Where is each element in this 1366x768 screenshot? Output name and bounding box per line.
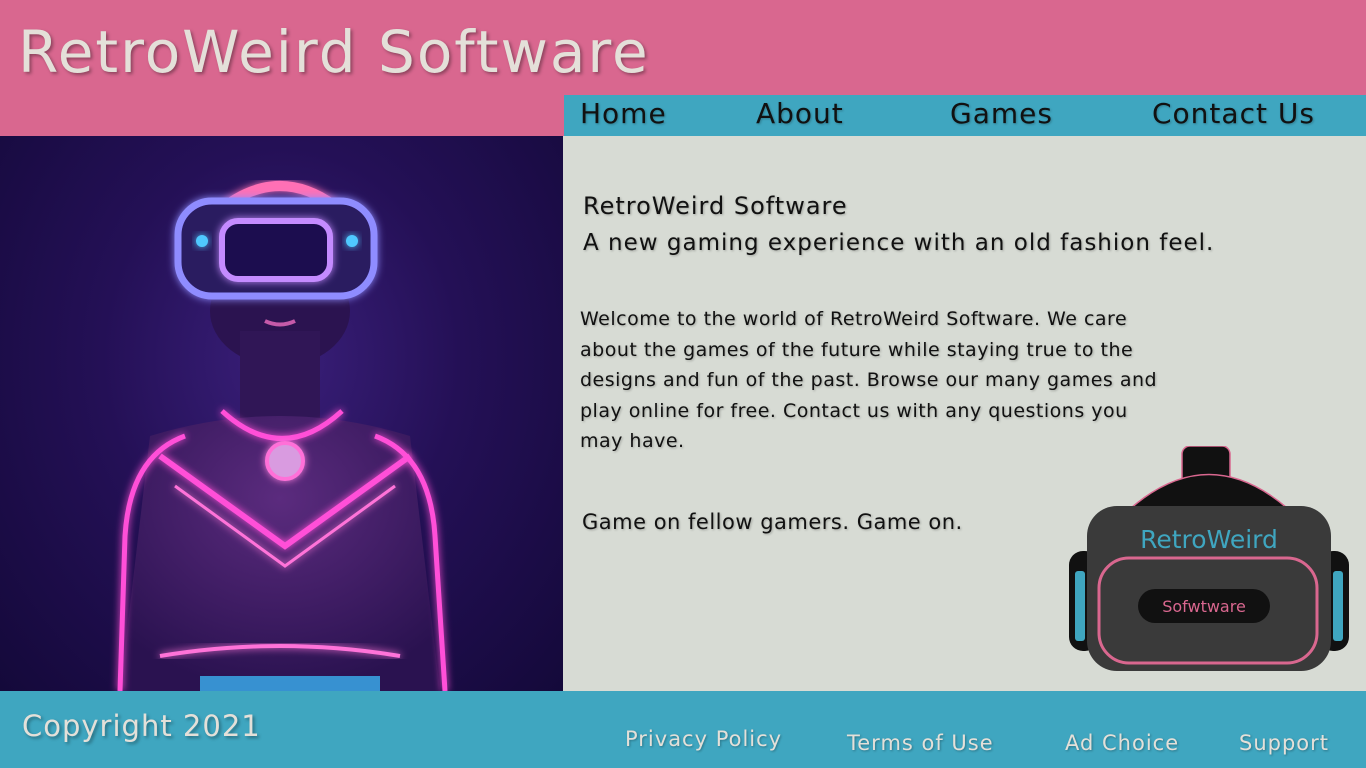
retroweird-logo: RetroWeird Sofwtware [1069,446,1349,671]
closing-text: Game on fellow gamers. Game on. [582,510,963,534]
ad-choice-link[interactable]: Ad Choice [1065,731,1179,755]
hero-image [0,136,563,691]
welcome-line: play online for free. Contact us with an… [580,399,1128,422]
terms-of-use-link[interactable]: Terms of Use [847,731,994,755]
welcome-line: Welcome to the world of RetroWeird Softw… [580,308,1128,330]
nav-contact-us[interactable]: Contact Us [1152,97,1315,130]
content-panel: RetroWeird Software A new gaming experie… [564,136,1366,691]
support-link[interactable]: Support [1239,731,1329,755]
vr-woman-illustration [117,181,448,691]
welcome-line: designs and fun of the past. Browse our … [580,369,1158,391]
nav-about[interactable]: About [756,97,844,130]
privacy-policy-link[interactable]: Privacy Policy [625,727,782,751]
main-nav: Home About Games Contact Us [564,95,1366,136]
nav-home[interactable]: Home [580,97,667,130]
site-title: RetroWeird Software [18,18,650,86]
nav-games[interactable]: Games [950,97,1053,130]
logo-sub-text: Sofwtware [1162,597,1246,616]
copyright-text: Copyright 2021 [22,709,261,743]
content-title: RetroWeird Software [583,192,848,220]
logo-brand-text: RetroWeird [1140,525,1278,554]
content-subtitle: A new gaming experience with an old fash… [583,230,1215,256]
welcome-text: Welcome to the world of RetroWeird Softw… [580,304,1270,457]
welcome-line: about the games of the future while stay… [580,338,1134,361]
site-footer: Copyright 2021 Privacy Policy Terms of U… [0,691,1366,768]
